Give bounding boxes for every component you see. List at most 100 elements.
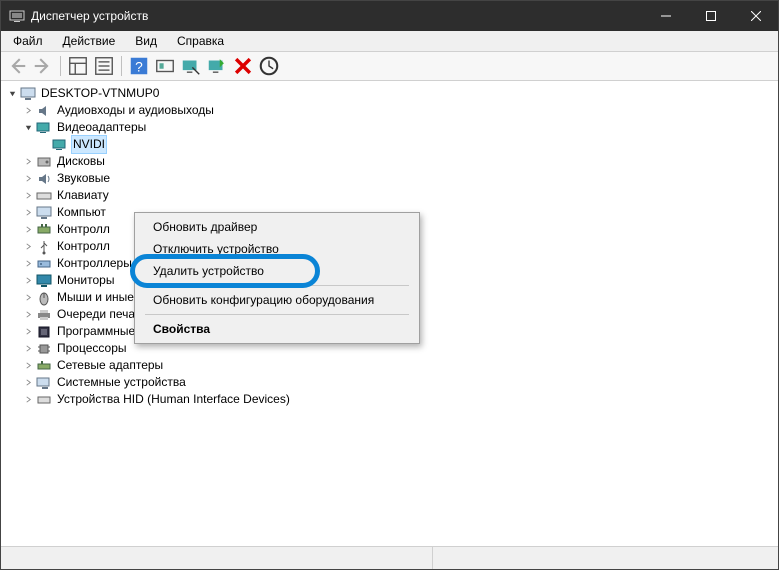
device-tree-pane[interactable]: DESKTOP-VTNMUP0 Аудиовходы и аудиовыходы… <box>1 81 778 546</box>
chevron-right-icon[interactable] <box>21 308 35 322</box>
tree-root[interactable]: DESKTOP-VTNMUP0 <box>5 85 778 102</box>
chevron-right-icon[interactable] <box>21 291 35 305</box>
chevron-right-icon[interactable] <box>21 376 35 390</box>
chevron-right-icon[interactable] <box>21 155 35 169</box>
window-title: Диспетчер устройств <box>31 9 148 23</box>
context-menu-update-driver[interactable]: Обновить драйвер <box>137 216 417 238</box>
context-menu: Обновить драйвер Отключить устройство Уд… <box>134 212 420 344</box>
device-manager-window: Диспетчер устройств Файл Действие Вид Сп… <box>0 0 779 570</box>
tree-label: Дисковы <box>55 153 107 170</box>
tree-category-sound[interactable]: Звуковые <box>5 170 778 187</box>
menu-help[interactable]: Справка <box>169 32 232 50</box>
properties-button[interactable] <box>92 54 116 78</box>
app-icon <box>9 8 25 24</box>
context-menu-properties[interactable]: Свойства <box>137 318 417 340</box>
display-adapter-icon <box>36 120 52 136</box>
display-adapter-icon <box>52 137 68 153</box>
status-cell <box>1 547 433 569</box>
system-device-icon <box>36 375 52 391</box>
monitor-icon <box>36 273 52 289</box>
tree-label: Аудиовходы и аудиовыходы <box>55 102 216 119</box>
help-button[interactable]: ? <box>127 54 151 78</box>
keyboard-icon <box>36 188 52 204</box>
tree-label: Процессоры <box>55 340 129 357</box>
chevron-right-icon[interactable] <box>21 240 35 254</box>
tree-category-hid[interactable]: Устройства HID (Human Interface Devices) <box>5 391 778 408</box>
menu-view[interactable]: Вид <box>127 32 165 50</box>
tree-label: Системные устройства <box>55 374 188 391</box>
spacer <box>37 138 51 152</box>
processor-icon <box>36 341 52 357</box>
chevron-right-icon[interactable] <box>21 206 35 220</box>
enable-device-button[interactable] <box>205 54 229 78</box>
chevron-right-icon[interactable] <box>21 257 35 271</box>
chevron-right-icon[interactable] <box>21 393 35 407</box>
tree-category-system[interactable]: Системные устройства <box>5 374 778 391</box>
context-menu-separator <box>145 285 409 286</box>
chevron-right-icon[interactable] <box>21 189 35 203</box>
tree-label: Компьют <box>55 204 108 221</box>
tree-label: NVIDI <box>71 135 107 154</box>
tree-label: Клавиату <box>55 187 111 204</box>
chevron-right-icon[interactable] <box>21 172 35 186</box>
chevron-right-icon[interactable] <box>21 359 35 373</box>
tree-device-nvidia[interactable]: NVIDI <box>5 136 778 153</box>
chevron-right-icon[interactable] <box>21 342 35 356</box>
chevron-right-icon[interactable] <box>21 325 35 339</box>
chevron-right-icon[interactable] <box>21 104 35 118</box>
update-driver-button[interactable] <box>153 54 177 78</box>
controller-icon <box>36 222 52 238</box>
tree-label: Видеоадаптеры <box>55 119 148 136</box>
tree-label: Контролл <box>55 238 112 255</box>
show-hide-tree-button[interactable] <box>66 54 90 78</box>
minimize-button[interactable] <box>643 1 688 31</box>
toolbar-separator <box>121 56 122 76</box>
toolbar: ? <box>1 52 778 81</box>
context-menu-separator <box>145 314 409 315</box>
menu-file[interactable]: Файл <box>5 32 51 50</box>
tree-category-audio[interactable]: Аудиовходы и аудиовыходы <box>5 102 778 119</box>
chevron-right-icon[interactable] <box>21 223 35 237</box>
audio-icon <box>36 103 52 119</box>
chevron-right-icon[interactable] <box>21 274 35 288</box>
printer-icon <box>36 307 52 323</box>
maximize-button[interactable] <box>688 1 733 31</box>
tree-category-video[interactable]: Видеоадаптеры <box>5 119 778 136</box>
toolbar-separator <box>60 56 61 76</box>
chevron-down-icon[interactable] <box>5 87 19 101</box>
sound-icon <box>36 171 52 187</box>
menubar: Файл Действие Вид Справка <box>1 31 778 52</box>
menu-action[interactable]: Действие <box>55 32 124 50</box>
tree-category-disk[interactable]: Дисковы <box>5 153 778 170</box>
svg-text:?: ? <box>135 60 143 75</box>
tree-label: Звуковые <box>55 170 112 187</box>
context-menu-disable-device[interactable]: Отключить устройство <box>137 238 417 260</box>
titlebar: Диспетчер устройств <box>1 1 778 31</box>
tree-label: Мониторы <box>55 272 116 289</box>
network-icon <box>36 358 52 374</box>
computer-icon <box>20 86 36 102</box>
context-menu-scan-hardware[interactable]: Обновить конфигурацию оборудования <box>137 289 417 311</box>
context-menu-uninstall-device[interactable]: Удалить устройство <box>137 260 417 282</box>
tree-label: Контролл <box>55 221 112 238</box>
statusbar <box>1 546 778 569</box>
storage-controller-icon <box>36 256 52 272</box>
disk-icon <box>36 154 52 170</box>
tree-label: DESKTOP-VTNMUP0 <box>39 85 161 102</box>
tree-category-network[interactable]: Сетевые адаптеры <box>5 357 778 374</box>
disable-device-button[interactable] <box>179 54 203 78</box>
usb-icon <box>36 239 52 255</box>
tree-category-keyboard[interactable]: Клавиату <box>5 187 778 204</box>
computer-icon <box>36 205 52 221</box>
software-device-icon <box>36 324 52 340</box>
scan-hardware-button[interactable] <box>257 54 281 78</box>
mouse-icon <box>36 290 52 306</box>
tree-label: Сетевые адаптеры <box>55 357 165 374</box>
forward-button[interactable] <box>31 54 55 78</box>
chevron-down-icon[interactable] <box>21 121 35 135</box>
close-button[interactable] <box>733 1 778 31</box>
status-cell <box>433 547 778 569</box>
uninstall-button[interactable] <box>231 54 255 78</box>
back-button[interactable] <box>5 54 29 78</box>
tree-label: Устройства HID (Human Interface Devices) <box>55 391 292 408</box>
